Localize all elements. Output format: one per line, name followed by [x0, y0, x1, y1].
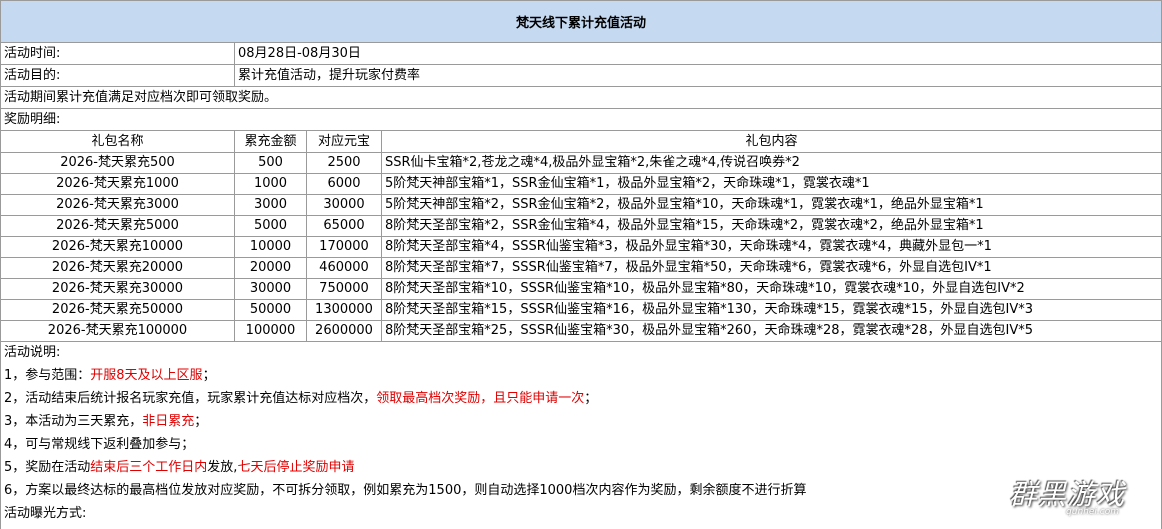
note-line[interactable]: 4，可与常规线下返利叠加参与； [1, 434, 1161, 457]
table-row: 2026-梵天累充20000 20000 460000 8阶梵天圣部宝箱*7，SSSR… [1, 258, 1161, 279]
info-row-time: 活动时间: 08月28日-08月30日 [1, 43, 1161, 65]
cell-ingots[interactable]: 2500 [307, 153, 382, 173]
cell-package-name[interactable]: 2026-梵天累充3000 [1, 195, 235, 215]
spreadsheet: 梵天线下累计充值活动 活动时间: 08月28日-08月30日 活动目的: 累计充… [0, 0, 1162, 529]
cell-package-name[interactable]: 2026-梵天累充5000 [1, 216, 235, 236]
info-label[interactable]: 活动目的: [1, 65, 235, 86]
note-highlight: 结束后三个工作日内 [90, 460, 208, 475]
cell-package-name[interactable]: 2026-梵天累充50000 [1, 300, 235, 320]
header-ingots[interactable]: 对应元宝 [307, 131, 382, 152]
header-amount[interactable]: 累充金额 [235, 131, 307, 152]
table-header: 礼包名称 累充金额 对应元宝 礼包内容 [1, 131, 1161, 153]
note-text: 3，本活动为三天累充， [4, 414, 143, 429]
exposure-label[interactable]: 活动曝光方式: [1, 503, 1161, 526]
cell-amount[interactable]: 50000 [235, 300, 307, 320]
cell-package-name[interactable]: 2026-梵天累充20000 [1, 258, 235, 278]
cell-amount[interactable]: 1000 [235, 174, 307, 194]
info-row-purpose: 活动目的: 累计充值活动，提升玩家付费率 [1, 65, 1161, 87]
note-line[interactable]: 2，活动结束后统计报名玩家充值，玩家累计充值达标对应档次， 领取最高档次奖励，且只… [1, 388, 1161, 411]
cell-ingots[interactable]: 750000 [307, 279, 382, 299]
note-line[interactable]: 1，参与范围： 开服8天及以上区服； [1, 365, 1161, 388]
table-row: 2026-梵天累充50000 50000 1300000 8阶梵天圣部宝箱*15，SS… [1, 300, 1161, 321]
cell-amount[interactable]: 3000 [235, 195, 307, 215]
header-contents[interactable]: 礼包内容 [382, 131, 1161, 152]
notes-list: 1，参与范围： 开服8天及以上区服； 2，活动结束后统计报名玩家充值，玩家累计充值达… [1, 365, 1161, 503]
table-row: 2026-梵天累充500 500 2500 SSR仙卡宝箱*2,苍龙之魂*4,极品外显… [1, 153, 1161, 174]
table-row: 2026-梵天累充100000 100000 2600000 8阶梵天圣部宝箱*25，… [1, 321, 1161, 342]
cell-amount[interactable]: 5000 [235, 216, 307, 236]
intro-text[interactable]: 活动期间累计充值满足对应档次即可领取奖励。 [1, 87, 1161, 108]
cell-package-name[interactable]: 2026-梵天累充100000 [1, 321, 235, 341]
cell-contents[interactable]: 8阶梵天圣部宝箱*2，SSR金仙宝箱*4，极品外显宝箱*15，天命珠魂*2，霓裳… [382, 216, 1161, 236]
cell-package-name[interactable]: 2026-梵天累充1000 [1, 174, 235, 194]
cell-package-name[interactable]: 2026-梵天累充30000 [1, 279, 235, 299]
table-body: 2026-梵天累充500 500 2500 SSR仙卡宝箱*2,苍龙之魂*4,极品外显… [1, 153, 1161, 342]
note-text: 6，方案以最终达标的最高档位发放对应奖励，不可拆分领取，例如累充为1500，则自… [4, 483, 807, 498]
intro-row: 活动期间累计充值满足对应档次即可领取奖励。 [1, 87, 1161, 109]
sheet-title: 梵天线下累计充值活动 [1, 0, 1161, 43]
cell-amount[interactable]: 100000 [235, 321, 307, 341]
cell-amount[interactable]: 20000 [235, 258, 307, 278]
cell-package-name[interactable]: 2026-梵天累充10000 [1, 237, 235, 257]
table-row: 2026-梵天累充3000 3000 30000 5阶梵天神部宝箱*2，SSR金仙宝箱… [1, 195, 1161, 216]
table-row: 2026-梵天累充30000 30000 750000 8阶梵天圣部宝箱*10，SSS… [1, 279, 1161, 300]
table-row: 2026-梵天累充1000 1000 6000 5阶梵天神部宝箱*1，SSR金仙宝箱*… [1, 174, 1161, 195]
notes-label[interactable]: 活动说明: [1, 342, 1161, 365]
header-package-name[interactable]: 礼包名称 [1, 131, 235, 152]
table-row: 2026-梵天累充10000 10000 170000 8阶梵天圣部宝箱*4，SSSR… [1, 237, 1161, 258]
cell-contents[interactable]: 8阶梵天圣部宝箱*10，SSSR仙鉴宝箱*10，极品外显宝箱*80，天命珠魂*1… [382, 279, 1161, 299]
cell-contents[interactable]: 8阶梵天圣部宝箱*25，SSSR仙鉴宝箱*30，极品外显宝箱*260，天命珠魂*… [382, 321, 1161, 341]
cell-ingots[interactable]: 65000 [307, 216, 382, 236]
note-text: 4，可与常规线下返利叠加参与； [4, 437, 195, 452]
table-row: 2026-梵天累充5000 5000 65000 8阶梵天圣部宝箱*2，SSR金仙宝箱… [1, 216, 1161, 237]
info-label[interactable]: 活动时间: [1, 43, 235, 64]
note-text: 发放, [207, 460, 238, 475]
cell-contents[interactable]: 5阶梵天神部宝箱*2，SSR金仙宝箱*2，极品外显宝箱*10，天命珠魂*1，霓裳… [382, 195, 1161, 215]
watermark-logo: 群黑游戏 qunhei.com [995, 473, 1145, 517]
info-value[interactable]: 08月28日-08月30日 [235, 43, 1161, 64]
note-highlight: 开服8天及以上区服 [90, 368, 203, 383]
cell-ingots[interactable]: 2600000 [307, 321, 382, 341]
cell-contents[interactable]: 8阶梵天圣部宝箱*15，SSSR仙鉴宝箱*16，极品外显宝箱*130，天命珠魂*… [382, 300, 1161, 320]
watermark-url: qunhei.com [1066, 507, 1119, 517]
note-line[interactable]: 6，方案以最终达标的最高档位发放对应奖励，不可拆分领取，例如累充为1500，则自… [1, 480, 1161, 503]
cell-contents[interactable]: 8阶梵天圣部宝箱*4，SSSR仙鉴宝箱*3，极品外显宝箱*30，天命珠魂*4，霓… [382, 237, 1161, 257]
note-line[interactable]: 3，本活动为三天累充， 非日累充； [1, 411, 1161, 434]
reward-label-row: 奖励明细: [1, 109, 1161, 131]
note-highlight: 领取最高档次奖励，且只能申请一次 [376, 391, 585, 406]
note-text: 1，参与范围： [4, 368, 91, 383]
note-text: ； [584, 391, 598, 406]
reward-label[interactable]: 奖励明细: [1, 109, 1161, 130]
cell-amount[interactable]: 500 [235, 153, 307, 173]
cell-ingots[interactable]: 170000 [307, 237, 382, 257]
note-text: ； [202, 368, 216, 383]
cell-amount[interactable]: 10000 [235, 237, 307, 257]
note-highlight: 非日累充 [142, 414, 195, 429]
cell-contents[interactable]: SSR仙卡宝箱*2,苍龙之魂*4,极品外显宝箱*2,朱雀之魂*4,传说召唤券*2 [382, 153, 1161, 173]
info-value[interactable]: 累计充值活动，提升玩家付费率 [235, 65, 1161, 86]
cell-contents[interactable]: 5阶梵天神部宝箱*1，SSR金仙宝箱*1，极品外显宝箱*2，天命珠魂*1，霓裳衣… [382, 174, 1161, 194]
note-text: 5，奖励在活动 [4, 460, 91, 475]
cell-ingots[interactable]: 460000 [307, 258, 382, 278]
note-line[interactable]: 5，奖励在活动 结束后三个工作日内 发放, 七天后停止奖励申请 [1, 457, 1161, 480]
note-highlight: 七天后停止奖励申请 [237, 460, 355, 475]
note-text: ； [194, 414, 208, 429]
cell-ingots[interactable]: 1300000 [307, 300, 382, 320]
cell-amount[interactable]: 30000 [235, 279, 307, 299]
cell-contents[interactable]: 8阶梵天圣部宝箱*7，SSSR仙鉴宝箱*7，极品外显宝箱*50，天命珠魂*6，霓… [382, 258, 1161, 278]
cell-ingots[interactable]: 6000 [307, 174, 382, 194]
cell-package-name[interactable]: 2026-梵天累充500 [1, 153, 235, 173]
cell-ingots[interactable]: 30000 [307, 195, 382, 215]
note-text: 2，活动结束后统计报名玩家充值，玩家累计充值达标对应档次， [4, 391, 377, 406]
